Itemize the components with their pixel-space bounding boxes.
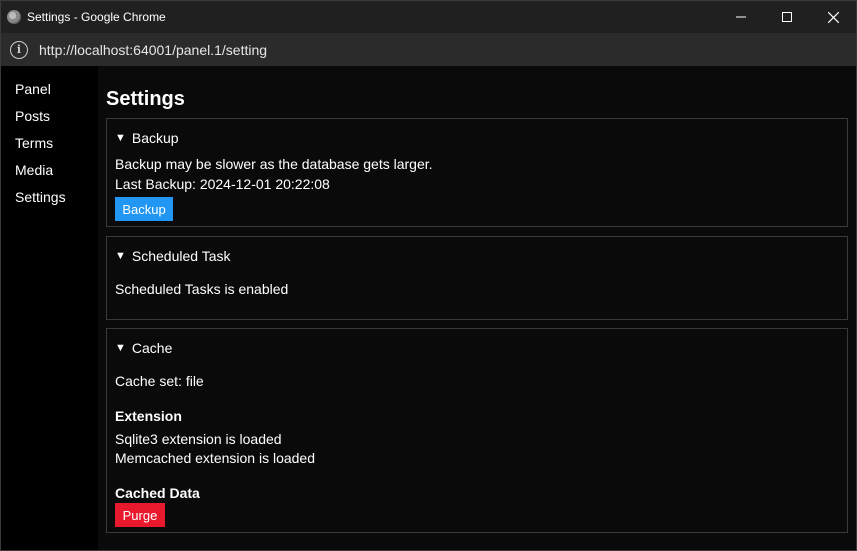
url-field[interactable]: http://localhost:64001/panel.1/setting: [39, 42, 267, 58]
site-info-icon[interactable]: i: [10, 40, 28, 59]
scheduled-task-status: Scheduled Tasks is enabled: [115, 281, 289, 297]
sidebar: Panel Posts Terms Media Settings: [1, 66, 98, 550]
sidebar-item-panel[interactable]: Panel: [1, 80, 98, 107]
disclosure-triangle-icon: ▼: [115, 250, 126, 262]
window-controls: [718, 1, 856, 33]
minimize-button[interactable]: [718, 1, 764, 33]
scheduled-task-panel: ▼ Scheduled Task Scheduled Tasks is enab…: [106, 236, 848, 320]
scheduled-task-summary-label: Scheduled Task: [131, 248, 231, 264]
minimize-icon: [736, 16, 746, 18]
backup-summary[interactable]: ▼ Backup: [115, 130, 179, 146]
cache-set-text: Cache set: file: [115, 373, 204, 389]
memcached-extension-status: Memcached extension is loaded: [115, 450, 316, 466]
sidebar-item-posts[interactable]: Posts: [1, 107, 98, 134]
last-backup-text: Last Backup: 2024-12-01 20:22:08: [115, 176, 330, 192]
chrome-icon: [7, 10, 21, 24]
backup-button[interactable]: Backup: [115, 197, 173, 221]
sidebar-item-media[interactable]: Media: [1, 161, 98, 188]
backup-note: Backup may be slower as the database get…: [115, 156, 433, 172]
cached-data-heading: Cached Data: [115, 485, 200, 501]
title-bar: Settings - Google Chrome: [1, 1, 856, 33]
close-icon: [827, 11, 839, 23]
close-button[interactable]: [810, 1, 856, 33]
address-bar: i http://localhost:64001/panel.1/setting: [1, 33, 856, 66]
sqlite-extension-status: Sqlite3 extension is loaded: [115, 431, 282, 447]
maximize-icon: [782, 12, 792, 22]
purge-button[interactable]: Purge: [115, 503, 165, 527]
browser-window: Settings - Google Chrome i http://localh…: [0, 0, 857, 551]
disclosure-triangle-icon: ▼: [115, 342, 126, 354]
disclosure-triangle-icon: ▼: [115, 132, 126, 144]
maximize-button[interactable]: [764, 1, 810, 33]
scheduled-task-summary[interactable]: ▼ Scheduled Task: [115, 248, 230, 264]
main-area: Settings ▼ Backup Backup may be slower a…: [98, 66, 856, 550]
page-title: Settings: [106, 88, 185, 110]
page-content: Panel Posts Terms Media Settings Setting…: [1, 66, 856, 550]
sidebar-item-terms[interactable]: Terms: [1, 134, 98, 161]
backup-summary-label: Backup: [131, 130, 179, 146]
backup-panel: ▼ Backup Backup may be slower as the dat…: [106, 118, 848, 227]
window-title: Settings - Google Chrome: [27, 10, 166, 24]
cache-summary-label: Cache: [131, 340, 173, 356]
cache-panel: ▼ Cache Cache set: file Extension Sqlite…: [106, 328, 848, 533]
cache-summary[interactable]: ▼ Cache: [115, 340, 172, 356]
sidebar-item-settings[interactable]: Settings: [1, 188, 98, 215]
extension-heading: Extension: [115, 408, 182, 424]
